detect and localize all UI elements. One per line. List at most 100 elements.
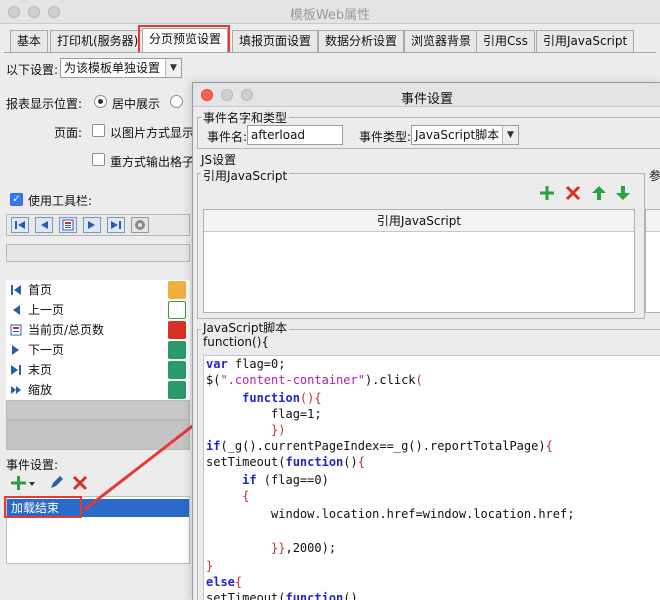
code-line: window.location.href=window.location.hre…	[206, 507, 575, 521]
list-item-label: 首页	[28, 283, 53, 297]
dialog-title: 事件设置	[400, 92, 453, 107]
window-title: 模板Web属性	[289, 8, 371, 23]
dialog-titlebar: 事件设置	[193, 83, 660, 107]
tab-ref-javascript[interactable]: 引用JavaScript	[536, 30, 635, 52]
tab-printer[interactable]: 打印机(服务器)	[50, 30, 146, 52]
list-item-label: 上一页	[28, 303, 65, 317]
list-item-label: 下一页	[28, 343, 65, 357]
code-line: }},2000);	[271, 541, 337, 555]
image-output-label: 以图片方式显示	[110, 126, 195, 140]
below-settings-select[interactable]: 为该模板单独设置 ▼	[60, 58, 182, 78]
event-name-label: 事件名:	[207, 130, 248, 144]
code-line: var flag=0;	[206, 357, 286, 371]
toolbar-header-bar	[6, 244, 190, 262]
code-line: else{	[206, 575, 243, 589]
next-page-icon[interactable]	[83, 217, 101, 233]
page-label: 页面:	[54, 126, 83, 140]
gear-icon[interactable]	[131, 217, 149, 233]
first-page-icon	[11, 285, 21, 295]
list-item-label: 缩放	[28, 383, 53, 397]
event-name-input[interactable]: afterload	[247, 125, 343, 145]
zoom-icon	[11, 386, 21, 394]
param-column-header	[646, 210, 660, 232]
list-item-label: 末页	[28, 363, 53, 377]
delete-ref-js-icon[interactable]	[565, 185, 581, 201]
below-settings-label: 以下设置:	[6, 63, 59, 77]
name-type-group-title: 事件名字和类型	[201, 109, 290, 126]
code-line: function(){	[242, 391, 322, 405]
list-item[interactable]: 缩放	[6, 380, 190, 400]
main-titlebar: 模板Web属性	[0, 0, 660, 24]
current-page-icon[interactable]	[59, 217, 77, 233]
current-page-icon	[10, 324, 22, 336]
add-event-icon[interactable]	[10, 474, 36, 492]
last-page-icon	[11, 365, 21, 375]
toolbar-item-list: 首页 上一页 当前页/总页数 下一页 末页 缩放	[6, 280, 190, 400]
move-up-icon[interactable]	[591, 185, 607, 201]
list-item[interactable]: 首页	[6, 280, 190, 300]
pdf-icon	[168, 321, 186, 339]
excel-icon	[168, 381, 186, 399]
event-highlight-box	[4, 496, 82, 518]
use-toolbar-label: 使用工具栏:	[28, 194, 93, 208]
code-line: setTimeout(function()	[206, 591, 358, 600]
event-type-label: 事件类型:	[359, 130, 412, 144]
use-toolbar-checkbox[interactable]: ✓	[10, 193, 23, 206]
ref-js-table: 引用JavaScript	[203, 209, 635, 313]
script-editor[interactable]: var flag=0; $(".content-container").clic…	[203, 355, 660, 600]
list-item[interactable]: 当前页/总页数	[6, 320, 190, 340]
report-position-label: 报表显示位置:	[6, 97, 83, 111]
prev-page-icon[interactable]	[35, 217, 53, 233]
tab-bar: 基本 打印机(服务器) 分页预览设置 填报页面设置 数据分析设置 浏览器背景 引…	[4, 28, 660, 52]
excel-icon	[168, 361, 186, 379]
position-left-radio[interactable]	[170, 95, 183, 108]
event-settings-label: 事件设置:	[6, 458, 59, 472]
position-center-radio[interactable]	[94, 95, 107, 108]
prev-page-icon	[13, 305, 20, 315]
next-page-icon	[12, 345, 19, 355]
script-group-title: JavaScript脚本	[201, 319, 290, 336]
position-center-label: 居中展示	[112, 97, 161, 111]
toolbar-preview	[6, 214, 190, 236]
code-line: }	[206, 559, 214, 573]
param-group-title: 参	[647, 167, 660, 184]
below-settings-value: 为该模板单独设置	[64, 61, 161, 75]
edit-event-icon[interactable]	[48, 474, 64, 492]
param-table	[645, 209, 660, 313]
move-down-icon[interactable]	[615, 185, 631, 201]
code-line: })	[271, 423, 286, 437]
repeat-output-checkbox[interactable]	[92, 153, 105, 166]
list-item[interactable]: 末页	[6, 360, 190, 380]
tab-data-analysis[interactable]: 数据分析设置	[318, 30, 405, 52]
last-page-icon[interactable]	[107, 217, 125, 233]
chevron-down-icon: ▼	[165, 59, 181, 77]
tab-basic[interactable]: 基本	[10, 30, 49, 52]
tab-fill-page[interactable]: 填报页面设置	[232, 30, 319, 52]
excel-icon	[168, 341, 186, 359]
tab-browser-background[interactable]: 浏览器背景	[404, 30, 479, 52]
event-type-select[interactable]: JavaScript脚本 ▼	[411, 125, 519, 145]
list-item[interactable]: 上一页	[6, 300, 190, 320]
repeat-output-label: 重方式输出格子	[110, 155, 195, 169]
tab-ref-css[interactable]: 引用Css	[476, 30, 535, 52]
code-line: flag=1;	[206, 407, 322, 421]
ref-js-group-title: 引用JavaScript	[201, 167, 290, 184]
list-item-label: 当前页/总页数	[28, 323, 105, 337]
first-page-icon[interactable]	[11, 217, 29, 233]
add-ref-js-icon[interactable]	[539, 185, 555, 201]
code-line: {	[242, 489, 250, 503]
image-output-checkbox[interactable]	[92, 124, 105, 137]
event-settings-dialog: 事件设置 事件名字和类型 事件名: afterload 事件类型: JavaSc…	[192, 82, 660, 600]
export-icon	[168, 301, 186, 319]
code-line: setTimeout(function(){	[206, 455, 365, 469]
tab-highlight-box	[138, 25, 230, 55]
function-header: function(){	[203, 335, 270, 349]
code-line: $(".content-container").click(	[206, 373, 423, 387]
event-type-value: JavaScript脚本	[415, 128, 500, 142]
list-item[interactable]: 下一页	[6, 340, 190, 360]
js-settings-title: JS设置	[199, 151, 239, 168]
mail-icon	[168, 281, 186, 299]
code-line: if (flag==0)	[242, 473, 329, 487]
chevron-down-icon: ▼	[502, 126, 518, 144]
code-line: if(_g().currentPageIndex==_g().reportTot…	[206, 439, 553, 453]
